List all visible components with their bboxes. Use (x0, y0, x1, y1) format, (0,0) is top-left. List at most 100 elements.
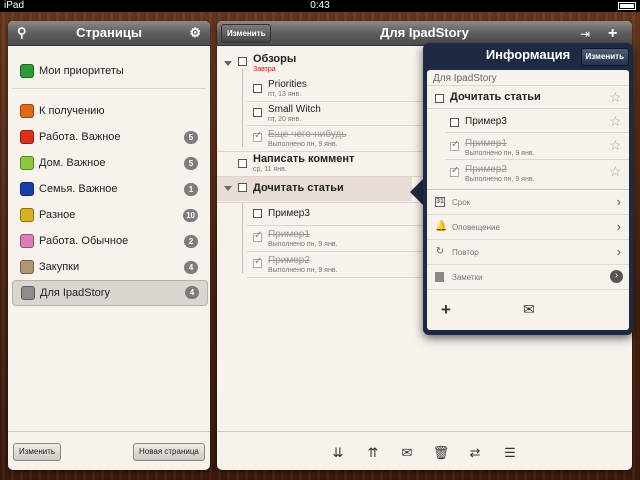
notes-label: Заметки (452, 273, 483, 282)
popover-subtask[interactable]: Пример2 (465, 164, 507, 175)
popover-subtask-done: Выполнено пн, 9 янв. (465, 150, 535, 157)
page-item[interactable]: Дом. Важное 5 (12, 150, 206, 176)
search-icon[interactable]: ⚲ (17, 24, 27, 41)
subtask-title[interactable]: Пример3 (268, 208, 310, 219)
popover-edit-button[interactable]: Изменить (580, 48, 629, 66)
sort-up-icon[interactable]: ⇈ (364, 445, 382, 461)
task-checkbox[interactable] (435, 94, 444, 103)
star-icon[interactable]: ☆ (609, 138, 622, 152)
alert-row[interactable]: 🔔 Оповещение › (427, 214, 629, 240)
page-item-priorities[interactable]: Мои приоритеты (12, 58, 206, 84)
calendar-icon: 31 (435, 197, 445, 207)
task-title[interactable]: Написать коммент (253, 153, 354, 165)
detail-disclosure-icon[interactable]: › (610, 270, 623, 283)
chevron-right-icon: › (616, 244, 621, 259)
page-item-selected[interactable]: Для IpadStory 4 (12, 280, 208, 306)
count-badge: 4 (185, 286, 199, 299)
pages-panel: ⚲ Страницы ⚙ Мои приоритеты К получению … (8, 21, 210, 470)
trash-icon[interactable]: 🗑 (432, 445, 450, 461)
page-item[interactable]: К получению (12, 98, 206, 124)
star-icon[interactable]: ☆ (609, 164, 622, 178)
page-item[interactable]: Разное 10 (12, 202, 206, 228)
sort-down-icon[interactable]: ⇊ (329, 445, 347, 461)
page-item[interactable]: Работа. Важное 5 (12, 124, 206, 150)
subtask-checkbox-done[interactable] (253, 230, 262, 242)
page-item-label: К получению (39, 105, 105, 117)
count-badge: 4 (184, 261, 198, 274)
due-row[interactable]: 31 Срок › (427, 189, 629, 215)
repeat-row[interactable]: ↻ Повтор › (427, 239, 629, 265)
page-item[interactable]: Закупки 4 (12, 254, 206, 280)
add-subtask-icon[interactable]: ⇥ (580, 27, 590, 41)
color-swatch (21, 286, 35, 300)
chevron-right-icon: › (616, 194, 621, 209)
popover-subtask[interactable]: Пример3 (465, 116, 507, 127)
subtask-checkbox-done[interactable] (253, 256, 262, 268)
task-due: Завтра (253, 66, 276, 73)
page-item-label: Работа. Обычное (39, 235, 129, 247)
task-title[interactable]: Дочитать статьи (253, 182, 344, 194)
subtask-checkbox[interactable] (450, 118, 459, 127)
tree-line (242, 69, 243, 147)
subtask-due: пт, 20 янв. (268, 116, 302, 123)
notes-row[interactable]: Заметки › (427, 264, 629, 290)
add-task-icon[interactable]: + (608, 25, 617, 43)
page-item[interactable]: Семья. Важное 1 (12, 176, 206, 202)
edit-tasks-button[interactable]: Изменить (221, 24, 272, 43)
divider (445, 159, 629, 160)
page-item[interactable]: Работа. Обычное 2 (12, 228, 206, 254)
footer-divider (8, 431, 210, 432)
new-page-button[interactable]: Новая страница (133, 443, 205, 461)
popover-toolbar: + ✉ (427, 289, 629, 330)
color-swatch (20, 130, 34, 144)
subtask-checkbox[interactable] (253, 209, 262, 218)
divider (427, 108, 629, 109)
subtask-checkbox[interactable] (253, 84, 262, 93)
subtask-checkbox-done[interactable] (253, 130, 262, 142)
task-checkbox[interactable] (238, 57, 247, 66)
star-icon[interactable]: ☆ (609, 90, 622, 104)
task-checkbox[interactable] (238, 183, 247, 192)
divider (247, 277, 432, 278)
color-swatch (20, 64, 34, 78)
task-checkbox[interactable] (238, 159, 247, 168)
subtask-done-date: Выполнено пн, 9 янв. (268, 267, 338, 274)
subtask-checkbox[interactable] (253, 108, 262, 117)
subtask-checkbox-done[interactable] (450, 165, 459, 177)
subtask-title[interactable]: Пример2 (268, 255, 310, 266)
repeat-label: Повтор (452, 248, 479, 257)
subtask-checkbox-done[interactable] (450, 139, 459, 151)
divider (445, 132, 629, 133)
task-title[interactable]: Обзоры (253, 53, 296, 65)
page-item-label: Мои приоритеты (39, 65, 124, 77)
page-item-label: Дом. Важное (39, 157, 106, 169)
gear-icon[interactable]: ⚙ (189, 24, 201, 41)
info-popover: Информация Изменить Для IpadStory Дочита… (423, 43, 633, 335)
subtask-title[interactable]: Small Witch (268, 104, 321, 115)
page-item-label: Работа. Важное (39, 131, 121, 143)
mail-icon[interactable]: ✉ (398, 445, 416, 461)
page-item-label: Разное (39, 209, 76, 221)
count-badge: 1 (184, 183, 198, 196)
tree-line (242, 203, 243, 273)
color-swatch (20, 182, 34, 196)
star-icon[interactable]: ☆ (609, 114, 622, 128)
subtask-title[interactable]: Пример1 (268, 229, 310, 240)
add-icon[interactable]: + (441, 300, 451, 320)
subtask-done-date: Выполнено пн, 9 янв. (268, 241, 338, 248)
subtask-title[interactable]: Priorities (268, 79, 307, 90)
popover-arrow (410, 178, 424, 206)
divider (247, 225, 432, 226)
color-swatch (20, 260, 34, 274)
collapse-triangle-icon[interactable] (224, 186, 232, 191)
popover-subtask[interactable]: Пример1 (465, 138, 507, 149)
popover-task-title[interactable]: Дочитать статьи (450, 91, 541, 103)
sync-icon[interactable]: ⇄ (466, 445, 484, 461)
mail-icon[interactable]: ✉ (523, 301, 535, 318)
pages-header: ⚲ Страницы ⚙ (8, 21, 210, 46)
collapse-triangle-icon[interactable] (224, 61, 232, 66)
list-icon[interactable]: ☰ (501, 445, 519, 461)
edit-pages-button[interactable]: Изменить (13, 443, 62, 461)
page-item-label: Семья. Важное (39, 183, 118, 195)
subtask-title[interactable]: Еще чего-нибудь (268, 129, 347, 140)
